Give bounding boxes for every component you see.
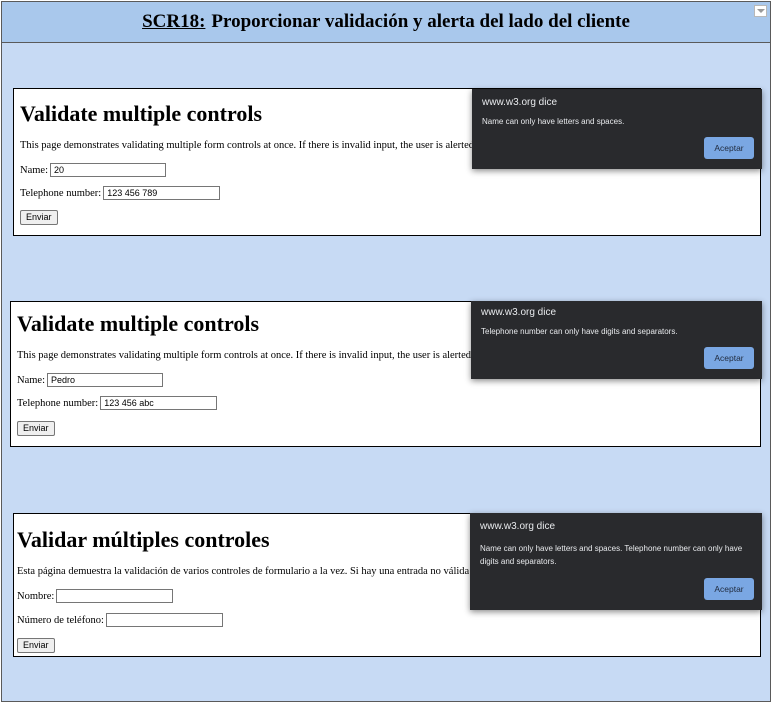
dialog-origin: www.w3.org dice [481,307,557,318]
alert-dialog-3: www.w3.org dice Name can only have lette… [470,513,762,610]
accept-button[interactable]: Aceptar [704,578,754,600]
name-label: Nombre: [17,590,55,602]
panel-description: This page demonstrates validating multip… [20,140,475,151]
phone-label: Número de teléfono: [17,614,104,626]
title-code: SCR18: [142,11,206,32]
name-input[interactable] [47,373,163,387]
phone-label: Telephone number: [17,397,99,409]
phone-input[interactable] [103,186,221,200]
name-row: Name: [20,163,166,177]
phone-label: Telephone number: [20,187,102,199]
title-text: Proporcionar validación y alerta del lad… [211,11,630,32]
accept-button[interactable]: Aceptar [704,347,754,369]
name-input[interactable] [56,589,174,603]
name-input[interactable] [50,163,166,177]
phone-input[interactable] [100,396,218,410]
name-label: Name: [17,374,45,386]
panel-heading: Validate multiple controls [17,311,260,336]
dialog-message: Name can only have letters and spaces. T… [480,544,743,566]
accept-button[interactable]: Aceptar [704,137,754,159]
panel-description: Esta página demuestra la validación de v… [17,566,470,577]
panel-heading: Validar múltiples controles [17,527,270,552]
phone-row: Número de teléfono: [17,613,223,627]
name-row: Nombre: [17,589,174,603]
dialog-origin: www.w3.org dice [482,97,558,108]
alert-dialog-2: www.w3.org dice Telephone number can onl… [471,301,762,379]
submit-button[interactable]: Enviar [20,210,58,225]
phone-row: Telephone number: [20,186,221,200]
phone-row: Telephone number: [17,396,218,410]
name-row: Name: [17,373,163,387]
alert-dialog-1: www.w3.org dice Name can only have lette… [472,89,762,169]
dialog-message: Name can only have letters and spaces. [482,117,625,126]
dialog-origin: www.w3.org dice [480,521,556,532]
panel-heading: Validate multiple controls [20,101,263,126]
panel-description: This page demonstrates validating multip… [17,350,472,361]
phone-input[interactable] [105,613,223,627]
submit-button[interactable]: Enviar [17,421,55,436]
slide-frame: SCR18: Proporcionar validación y alerta … [1,1,771,702]
submit-button[interactable]: Enviar [17,638,55,653]
title-bar: SCR18: Proporcionar validación y alerta … [2,2,770,43]
dialog-message: Telephone number can only have digits an… [481,327,678,336]
name-label: Name: [20,164,48,176]
chevron-down-icon[interactable] [754,5,767,17]
